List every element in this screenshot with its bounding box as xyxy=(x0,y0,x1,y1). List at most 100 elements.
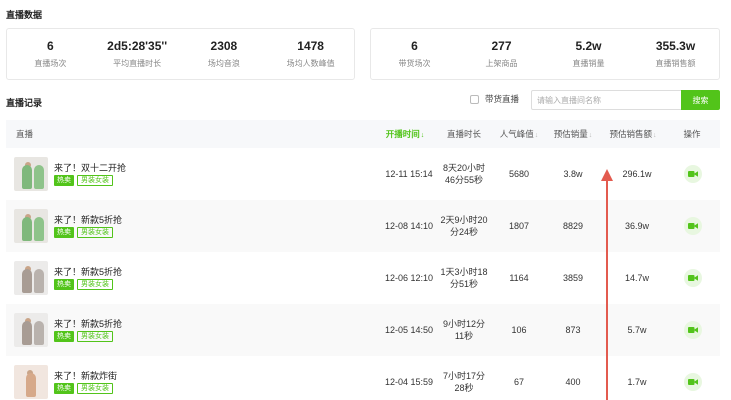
stat-value: 5.2w xyxy=(575,39,602,53)
stat-label: 直播场次 xyxy=(34,59,67,68)
video-camera-icon[interactable] xyxy=(684,321,702,339)
duration-line-1: 9小时12分 xyxy=(442,319,486,329)
sales-value: 873 xyxy=(565,325,581,335)
live-thumbnail[interactable] xyxy=(14,313,48,347)
live-title[interactable]: 来了！双十二开抢 xyxy=(54,161,126,174)
stat-label: 平均直播时长 xyxy=(113,59,162,68)
col-sales[interactable]: 预估销量↓ xyxy=(548,120,598,148)
video-camera-icon[interactable] xyxy=(684,373,702,391)
search-input[interactable] xyxy=(531,90,682,110)
col-label: 操作 xyxy=(683,129,701,139)
sort-icon: ↓ xyxy=(653,132,657,139)
col-live: 直播 xyxy=(16,120,76,148)
duration-line-2: 28秒 xyxy=(454,383,474,393)
sales-value: 3859 xyxy=(562,273,584,283)
stat-value: 1478 xyxy=(297,39,324,53)
peak-value: 1164 xyxy=(509,273,529,283)
table-row[interactable]: 来了！新款5折抢 热卖 男装女装 12-05 14:50 9小时12分 11秒 10… xyxy=(6,304,720,356)
stats-card-live: 6 直播场次 2d5:28'35'' 平均直播时长 2308 场均音浪 1478 场均人… xyxy=(6,28,355,80)
col-label: 预估销量 xyxy=(553,129,588,139)
col-label: 直播时长 xyxy=(446,129,481,139)
live-thumbnail[interactable] xyxy=(14,157,48,191)
category-badge: 男装女装 xyxy=(77,331,113,342)
hot-badge: 热卖 xyxy=(54,227,74,238)
duration-line-2: 11秒 xyxy=(454,331,474,341)
sales-live-label: 带货直播 xyxy=(485,94,520,104)
duration: 8天20小时 46分55秒 xyxy=(438,148,490,200)
duration-line-1: 2天9小时20 xyxy=(440,215,488,225)
revenue-value: 1.7w xyxy=(627,377,647,387)
category-badge: 男装女装 xyxy=(77,279,113,290)
table-row[interactable]: 来了！新款5折抢 热卖 男装女装 12-08 14:10 2天9小时20 分24秒 … xyxy=(6,200,720,252)
peak-value: 1807 xyxy=(508,221,530,231)
live-thumbnail[interactable] xyxy=(14,209,48,243)
duration-line-2: 分24秒 xyxy=(449,227,478,237)
video-camera-icon[interactable] xyxy=(684,269,702,287)
duration-line-1: 8天20小时 xyxy=(442,163,486,173)
stat-avg-duration: 2d5:28'35'' 平均直播时长 xyxy=(94,29,181,79)
category-badge: 男装女装 xyxy=(77,383,113,394)
video-camera-icon[interactable] xyxy=(684,165,702,183)
sales-live-filter[interactable]: 带货直播 xyxy=(470,93,519,105)
revenue-value: 36.9w xyxy=(624,221,650,231)
stat-label: 上架商品 xyxy=(485,59,518,68)
stat-label: 带货场次 xyxy=(398,59,431,68)
col-label: 人气峰值 xyxy=(499,129,534,139)
stat-label: 直播销售额 xyxy=(655,59,696,68)
stat-value: 6 xyxy=(411,39,418,53)
hot-badge: 热卖 xyxy=(54,383,74,394)
stat-label: 场均人数峰值 xyxy=(286,59,335,68)
stat-value: 2308 xyxy=(210,39,238,53)
category-badge: 男装女装 xyxy=(77,175,113,186)
col-duration: 直播时长 xyxy=(438,120,490,148)
col-start-time[interactable]: 开播时间↓ xyxy=(376,120,434,148)
col-revenue[interactable]: 预估销售额↓ xyxy=(602,120,664,148)
col-label: 直播 xyxy=(16,129,34,139)
stat-value: 277 xyxy=(491,39,512,53)
video-camera-icon[interactable] xyxy=(684,217,702,235)
start-time: 12-08 14:10 xyxy=(384,221,434,231)
live-records-table: 直播 开播时间↓ 直播时长 人气峰值↓ 预估销量↓ 预估销售额↓ 操作 来了！双… xyxy=(6,120,720,399)
live-data-title: 直播数据 xyxy=(6,10,43,20)
start-time: 12-05 14:50 xyxy=(384,325,434,335)
stat-sales-volume: 5.2w 直播销量 xyxy=(545,29,632,79)
stat-sales-sessions: 6 带货场次 xyxy=(371,29,458,79)
col-peak[interactable]: 人气峰值↓ xyxy=(494,120,544,148)
live-title[interactable]: 来了！新款炸街 xyxy=(54,369,117,382)
peak-value: 5680 xyxy=(508,169,530,179)
start-time: 12-06 12:10 xyxy=(384,273,434,283)
start-time: 12-11 15:14 xyxy=(385,169,433,179)
live-title[interactable]: 来了！新款5折抢 xyxy=(54,265,122,278)
stat-sales-revenue: 355.3w 直播销售额 xyxy=(632,29,719,79)
hot-badge: 热卖 xyxy=(54,279,74,290)
duration: 2天9小时20 分24秒 xyxy=(438,200,490,252)
duration: 9小时12分 11秒 xyxy=(438,304,490,356)
peak-value: 67 xyxy=(513,377,524,387)
duration-line-2: 46分55秒 xyxy=(444,175,484,185)
sales-value: 3.8w xyxy=(563,169,583,179)
revenue-value: 296.1w xyxy=(622,169,652,179)
stat-value: 6 xyxy=(47,39,54,53)
live-thumbnail[interactable] xyxy=(14,365,48,399)
sort-icon: ↓ xyxy=(420,132,425,139)
hot-badge: 热卖 xyxy=(54,175,74,186)
duration-line-2: 分51秒 xyxy=(449,279,478,289)
live-title[interactable]: 来了！新款5折抢 xyxy=(54,213,122,226)
hot-badge: 热卖 xyxy=(54,331,74,342)
search-button[interactable]: 搜索 xyxy=(681,90,720,110)
sales-live-checkbox[interactable] xyxy=(470,94,479,104)
table-row[interactable]: 来了！新款炸街 热卖 男装女装 12-04 15:59 7小时17分 28秒 67 … xyxy=(6,356,720,400)
duration-line-1: 7小时17分 xyxy=(442,371,486,381)
live-thumbnail[interactable] xyxy=(14,261,48,295)
start-time: 12-04 15:59 xyxy=(384,377,434,387)
stat-avg-yinlang: 2308 场均音浪 xyxy=(181,29,268,79)
peak-value: 106 xyxy=(511,325,527,335)
table-header: 直播 开播时间↓ 直播时长 人气峰值↓ 预估销量↓ 预估销售额↓ 操作 xyxy=(6,120,720,148)
duration: 7小时17分 28秒 xyxy=(438,356,490,400)
stat-label: 场均音浪 xyxy=(207,59,240,68)
live-title[interactable]: 来了！新款5折抢 xyxy=(54,317,122,330)
sort-icon: ↓ xyxy=(588,132,593,139)
stat-products: 277 上架商品 xyxy=(458,29,545,79)
col-actions: 操作 xyxy=(670,120,714,148)
table-row[interactable]: 来了！新款5折抢 热卖 男装女装 12-06 12:10 1天3小时18 分51秒 … xyxy=(6,252,720,304)
